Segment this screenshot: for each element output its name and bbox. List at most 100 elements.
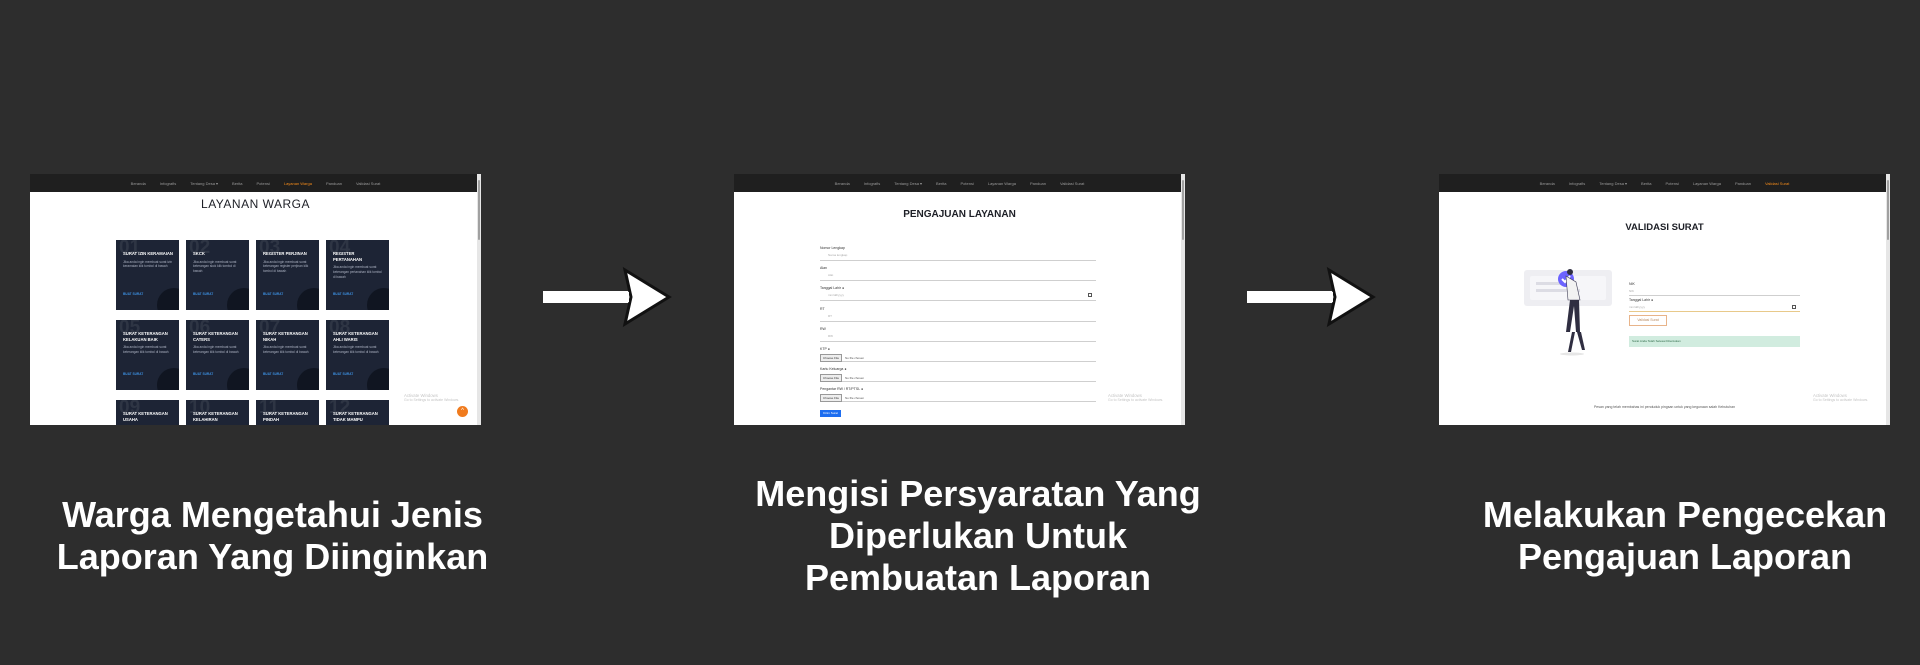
form-row: Kartu Keluarga ● Choose File No file chos… — [820, 367, 1096, 387]
create-letter-link[interactable]: BUAT SURAT — [123, 372, 143, 376]
page-title: VALIDASI SURAT — [1625, 222, 1704, 233]
service-card[interactable]: 07 SURAT KETERANGAN NIKAH Jika anda ingin … — [256, 320, 319, 390]
birthdate-input[interactable]: mm/dd/yyyy — [1629, 304, 1800, 312]
nav-item-active[interactable]: Validasi Surat — [1765, 181, 1789, 186]
ktp-file-input[interactable]: Choose File No file chosen — [820, 353, 1096, 362]
service-card[interactable]: 06 SURAT KETERANGAN CATERS Jika anda ingin… — [186, 320, 249, 390]
nav-item[interactable]: Infografis — [864, 181, 880, 186]
submission-form: Nomor Lengkap Nama lengkap Alan Alat Tan… — [820, 246, 1096, 417]
rt-input[interactable]: RT — [820, 313, 1096, 322]
nav-item-active[interactable]: Layanan Warga — [284, 181, 312, 186]
nav-item[interactable]: Layanan Warga — [988, 181, 1016, 186]
card-decoration — [367, 288, 389, 310]
address-input[interactable]: Alat — [820, 272, 1096, 282]
choose-file-button[interactable]: Choose File — [820, 374, 843, 383]
nav-item[interactable]: Tentang Desa ▾ — [1599, 181, 1627, 186]
nav-item[interactable]: Beranda — [1540, 181, 1555, 186]
screenshot-validasi-surat: Beranda Infografis Tentang Desa ▾ Berita… — [1439, 174, 1890, 425]
rw-input[interactable]: RW — [820, 333, 1096, 342]
create-letter-link[interactable]: BUAT SURAT — [193, 292, 213, 296]
screenshot-pengajuan-layanan: Beranda Infografis Tentang Desa ▾ Berita… — [734, 174, 1185, 425]
step-1-caption: Warga Mengetahui Jenis Laporan Yang Diin… — [56, 494, 489, 577]
name-input[interactable]: Nama lengkap — [820, 252, 1096, 261]
pengantar-file-input[interactable]: Choose File No file chosen — [820, 393, 1096, 403]
nav-item[interactable]: Berita — [1641, 181, 1651, 186]
validate-button[interactable]: Validasi Surat — [1629, 315, 1667, 326]
card-decoration — [157, 288, 179, 310]
nav-item[interactable]: Berita — [232, 181, 242, 186]
card-decoration — [297, 288, 319, 310]
service-card[interactable]: 11 SURAT KETERANGAN PINDAH — [256, 400, 319, 425]
kk-file-input[interactable]: Choose File No file chosen — [820, 373, 1096, 383]
scroll-top-button[interactable]: ^ — [457, 406, 468, 417]
choose-file-button[interactable]: Choose File — [820, 353, 843, 362]
nav-item[interactable]: Berita — [936, 181, 946, 186]
create-letter-link[interactable]: BUAT SURAT — [193, 372, 213, 376]
card-description: Jika anda ingin membuat surat keterangan… — [333, 265, 382, 279]
nav-item[interactable]: Panduan — [1030, 181, 1046, 186]
create-letter-link[interactable]: BUAT SURAT — [333, 372, 353, 376]
card-description: Jika anda ingin membuat surat keterangan… — [123, 345, 169, 354]
card-title: SURAT KETERANGAN KELAKUAN BAIK — [123, 331, 168, 342]
nav-item[interactable]: Validasi Surat — [356, 181, 380, 186]
card-description: Jika anda ingin membuat surat keterangan… — [263, 345, 309, 354]
calendar-icon[interactable] — [1088, 293, 1092, 298]
service-card[interactable]: 04 REGISTER PERTANAHAN Jika anda ingin mem… — [326, 240, 389, 310]
service-card[interactable]: 12 SURAT KETERANGAN TIDAK MAMPU — [326, 400, 389, 425]
service-card-grid: 01 SURAT IZIN KERAMAIAN Jika anda ingin me… — [116, 240, 389, 425]
create-letter-link[interactable]: BUAT SURAT — [263, 292, 283, 296]
nav-item[interactable]: Tentang Desa ▾ — [894, 181, 922, 186]
nav-item[interactable]: Potensi — [1666, 181, 1679, 186]
card-description: Jika anda ingin membuat surat keterangan… — [263, 259, 309, 273]
card-title: REGISTER PERJINAN — [263, 251, 307, 256]
service-card[interactable]: 09 SURAT KETERANGAN USAHA — [116, 400, 179, 425]
nav-item[interactable]: Beranda — [131, 181, 146, 186]
arrow-right-icon — [543, 266, 672, 328]
service-card[interactable]: 08 SURAT KETERANGAN AHLI WARIS Jika anda i… — [326, 320, 389, 390]
top-nav: Beranda Infografis Tentang Desa ▾ Berita… — [734, 174, 1185, 192]
nav-item[interactable]: Infografis — [160, 181, 176, 186]
create-letter-link[interactable]: BUAT SURAT — [333, 292, 353, 296]
scrollbar[interactable] — [477, 174, 481, 425]
activate-windows-watermark: Activate Windows Go to Settings to activ… — [1108, 393, 1164, 403]
form-row: Pengantar RW / RT/PTSL ● Choose File No f… — [820, 387, 1096, 407]
form-row: Alan Alat — [820, 266, 1096, 286]
nav-item[interactable]: Panduan — [1735, 181, 1751, 186]
scrollbar[interactable] — [1181, 174, 1185, 425]
step-3-caption: Melakukan Pengecekan Pengajuan Laporan — [1482, 494, 1888, 577]
create-letter-link[interactable]: BUAT SURAT — [263, 372, 283, 376]
card-title: SURAT KETERANGAN KELAHIRAN — [193, 411, 238, 422]
scrollbar[interactable] — [1886, 174, 1890, 425]
nav-item[interactable]: Infografis — [1569, 181, 1585, 186]
arrow-right-icon — [1247, 266, 1376, 328]
choose-file-button[interactable]: Choose File — [820, 394, 843, 403]
service-card[interactable]: 03 REGISTER PERJINAN Jika anda ingin membu… — [256, 240, 319, 310]
create-letter-link[interactable]: BUAT SURAT — [123, 292, 143, 296]
status-alert: Surat Anda Telah Selesai Ditentukan — [1629, 336, 1800, 347]
top-nav: Beranda Infografis Tentang Desa ▾ Berita… — [30, 174, 481, 192]
nav-item[interactable]: Layanan Warga — [1693, 181, 1721, 186]
nav-item[interactable]: Potensi — [961, 181, 974, 186]
service-card[interactable]: 01 SURAT IZIN KERAMAIAN Jika anda ingin me… — [116, 240, 179, 310]
nav-item[interactable]: Beranda — [835, 181, 850, 186]
nav-item[interactable]: Panduan — [326, 181, 342, 186]
service-card[interactable]: 05 SURAT KETERANGAN KELAKUAN BAIK Jika and… — [116, 320, 179, 390]
page-title: PENGAJUAN LAYANAN — [903, 209, 1016, 220]
card-decoration — [297, 368, 319, 390]
nav-item[interactable]: Tentang Desa ▾ — [190, 181, 218, 186]
submit-button[interactable]: Kirim Surat — [820, 409, 841, 417]
service-card[interactable]: 10 SURAT KETERANGAN KELAHIRAN — [186, 400, 249, 425]
card-title: SURAT KETERANGAN TIDAK MAMPU — [333, 411, 378, 422]
card-title: SURAT KETERANGAN PINDAH — [263, 411, 308, 422]
birthdate-input[interactable]: mm/dd/yyyy — [820, 292, 1096, 302]
card-title: SURAT IZIN KERAMAIAN — [123, 251, 173, 256]
nik-input[interactable]: NIK — [1629, 288, 1800, 296]
card-description: Jika anda ingin membuat surat keterangan… — [193, 345, 239, 354]
page-title: LAYANAN WARGA — [201, 197, 310, 211]
form-row: RT RT — [820, 307, 1096, 327]
card-title: REGISTER PERTANAHAN — [333, 251, 363, 262]
nav-item[interactable]: Validasi Surat — [1060, 181, 1084, 186]
nav-item[interactable]: Potensi — [257, 181, 270, 186]
calendar-icon[interactable] — [1792, 305, 1796, 309]
service-card[interactable]: 02 SKCK Jika anda ingin membuat surat kete… — [186, 240, 249, 310]
